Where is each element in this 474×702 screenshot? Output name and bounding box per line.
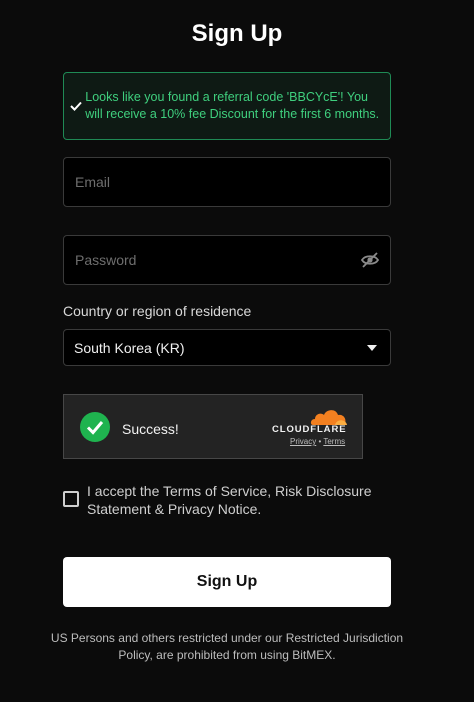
eye-off-icon[interactable] (360, 250, 380, 270)
signup-page: Sign Up Looks like you found a referral … (0, 0, 474, 702)
captcha-separator: • (318, 437, 322, 446)
email-field-wrapper (63, 157, 391, 207)
country-selected-value: South Korea (KR) (74, 339, 185, 356)
captcha-terms-link[interactable]: Terms (323, 437, 345, 446)
email-field[interactable] (64, 174, 390, 190)
terms-label[interactable]: I accept the Terms of Service, Risk Disc… (87, 482, 391, 518)
password-field-wrapper (63, 235, 391, 285)
terms-row: I accept the Terms of Service, Risk Disc… (63, 482, 391, 518)
page-title: Sign Up (191, 20, 283, 47)
country-select[interactable]: South Korea (KR) (63, 329, 391, 366)
restriction-notice: US Persons and others restricted under o… (50, 631, 404, 662)
cloudflare-captcha[interactable]: Success! CLOUDFLARE Privacy • Terms (63, 394, 363, 459)
chevron-down-icon (367, 344, 377, 351)
captcha-links: Privacy • Terms (290, 437, 345, 446)
referral-notice: Looks like you found a referral code 'BB… (63, 72, 391, 140)
country-label: Country or region of residence (63, 303, 252, 319)
referral-message: Looks like you found a referral code 'BB… (85, 89, 380, 122)
captcha-privacy-link[interactable]: Privacy (290, 437, 316, 446)
signup-button[interactable]: Sign Up (63, 557, 391, 607)
check-icon (64, 101, 83, 111)
password-field[interactable] (64, 252, 390, 268)
captcha-status: Success! (122, 421, 179, 437)
success-check-icon (80, 412, 110, 442)
cloudflare-logo-icon (310, 410, 347, 425)
cloudflare-brand: CLOUDFLARE (272, 424, 347, 435)
terms-checkbox[interactable] (63, 491, 79, 507)
